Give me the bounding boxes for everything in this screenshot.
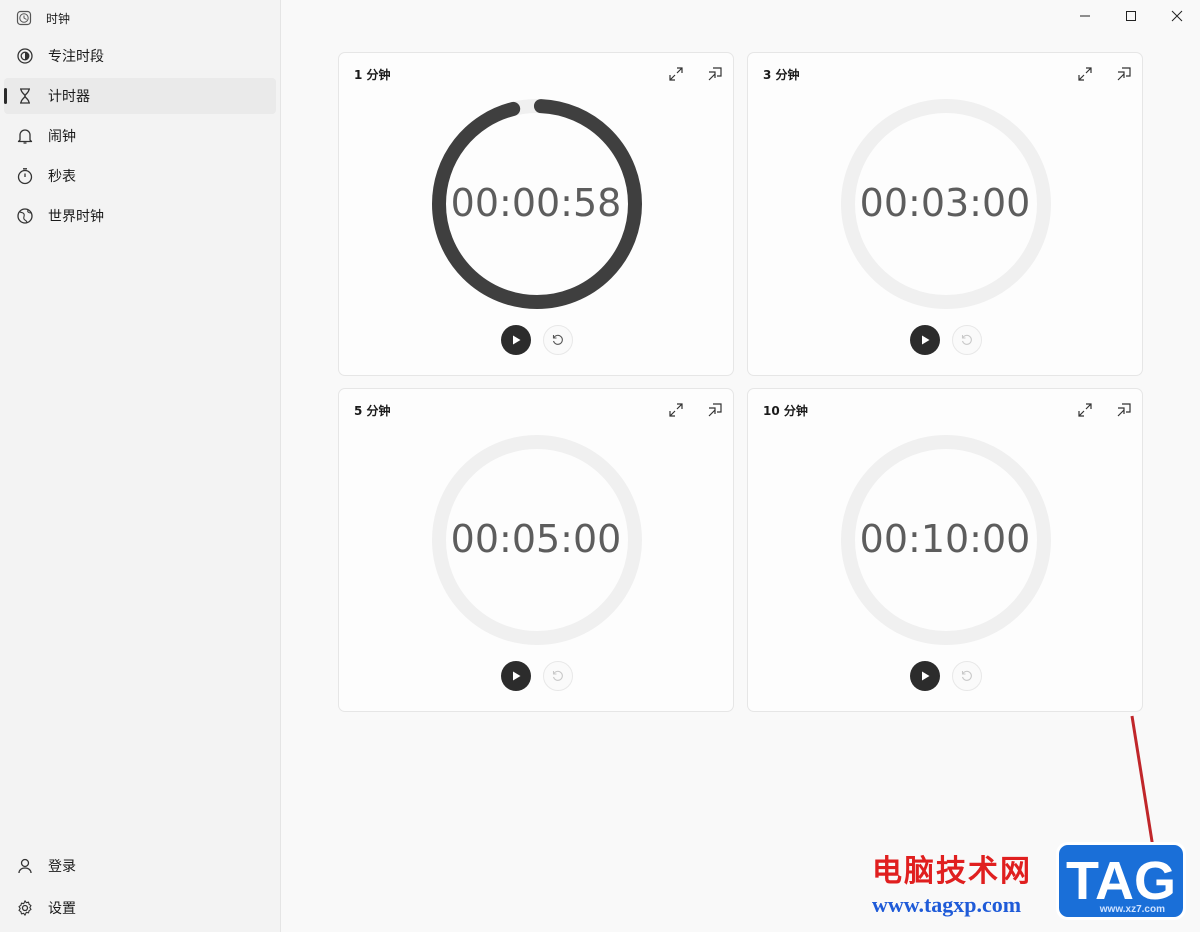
app-title-text: 时钟 [46,11,71,26]
expand-button[interactable] [1073,62,1097,86]
timer-card[interactable]: 10 分钟 00:10:00 [747,388,1143,712]
timer-name: 1 分钟 [354,68,391,82]
sidebar-bottom: 登录 设置 [4,848,276,932]
sidebar-item-login[interactable]: 登录 [4,848,276,884]
play-icon [922,671,930,681]
reset-icon [961,334,972,345]
play-icon [513,671,521,681]
sidebar-item-timer[interactable]: 计时器 [4,78,276,114]
keep-on-top-icon [708,403,722,417]
timer-display: 00:10:00 [859,517,1031,561]
sidebar-item-settings[interactable]: 设置 [4,890,276,926]
watermark-title: 电脑技术网 [872,854,1032,889]
reset-button[interactable] [543,325,573,355]
expand-icon [669,67,683,81]
keep-on-top-icon [708,67,722,81]
globe-icon [16,207,34,225]
watermark-url: www.tagxp.com [872,892,1022,917]
sidebar-item-stopwatch[interactable]: 秒表 [4,158,276,194]
timer-name: 10 分钟 [763,404,808,418]
gear-icon [16,899,34,917]
timer-display: 00:05:00 [450,517,622,561]
pin-on-top-button[interactable] [703,62,727,86]
sidebar-item-label: 闹钟 [48,129,76,145]
sidebar-item-world-clock[interactable]: 世界时钟 [4,198,276,234]
minimize-icon [1080,15,1090,17]
timer-card[interactable]: 3 分钟 00:03:00 [747,52,1143,376]
minimize-button[interactable] [1062,0,1108,32]
sidebar-item-focus[interactable]: 专注时段 [4,38,276,74]
watermark-small-url: www.xz7.com [1099,904,1165,915]
sidebar-item-label: 设置 [48,901,76,917]
pin-on-top-button[interactable] [1112,62,1136,86]
reset-button[interactable] [952,325,982,355]
bell-icon [16,127,34,145]
expand-icon [1078,67,1092,81]
close-icon [1171,10,1183,22]
start-button[interactable] [501,325,531,355]
reset-icon [552,670,563,681]
expand-button[interactable] [1073,398,1097,422]
timer-name: 5 分钟 [354,404,391,418]
maximize-button[interactable] [1108,0,1154,32]
focus-icon [16,47,34,65]
keep-on-top-icon [1117,403,1131,417]
person-icon [16,857,34,875]
clock-app-icon [16,10,32,26]
watermark-badge: TAG www.xz7.com [1056,842,1186,920]
timer-card[interactable]: 5 分钟 00:05:00 [338,388,734,712]
pin-on-top-button[interactable] [703,398,727,422]
app-title: 时钟 [16,8,70,28]
close-button[interactable] [1154,0,1200,32]
reset-icon [552,334,563,345]
sidebar-item-label: 世界时钟 [48,209,104,225]
sidebar-nav: 专注时段 计时器 闹钟 秒表 世界时钟 [4,38,276,238]
expand-button[interactable] [664,62,688,86]
sidebar-item-label: 登录 [48,859,76,875]
expand-icon [669,403,683,417]
timer-card[interactable]: 1 分钟 00:00:58 [338,52,734,376]
sidebar: 时钟 专注时段 计时器 闹钟 秒表 世界时钟 登录 设置 [0,0,281,932]
hourglass-icon [16,87,34,105]
start-button[interactable] [910,325,940,355]
pin-on-top-button[interactable] [1112,398,1136,422]
start-button[interactable] [910,661,940,691]
sidebar-item-label: 专注时段 [48,49,104,65]
play-icon [922,335,930,345]
maximize-icon [1126,11,1136,21]
watermark: 电脑技术网 www.tagxp.com TAG www.xz7.com [864,842,1200,920]
sidebar-item-label: 秒表 [48,169,76,185]
watermark-badge-text: TAG [1066,851,1176,911]
timer-name: 3 分钟 [763,68,800,82]
reset-icon [961,670,972,681]
sidebar-item-alarm[interactable]: 闹钟 [4,118,276,154]
keep-on-top-icon [1117,67,1131,81]
timer-display: 00:00:58 [450,181,622,225]
expand-button[interactable] [664,398,688,422]
play-icon [513,335,521,345]
start-button[interactable] [501,661,531,691]
stopwatch-icon [16,167,34,185]
reset-button[interactable] [952,661,982,691]
reset-button[interactable] [543,661,573,691]
sidebar-item-label: 计时器 [48,89,90,105]
timer-display: 00:03:00 [859,181,1031,225]
expand-icon [1078,403,1092,417]
